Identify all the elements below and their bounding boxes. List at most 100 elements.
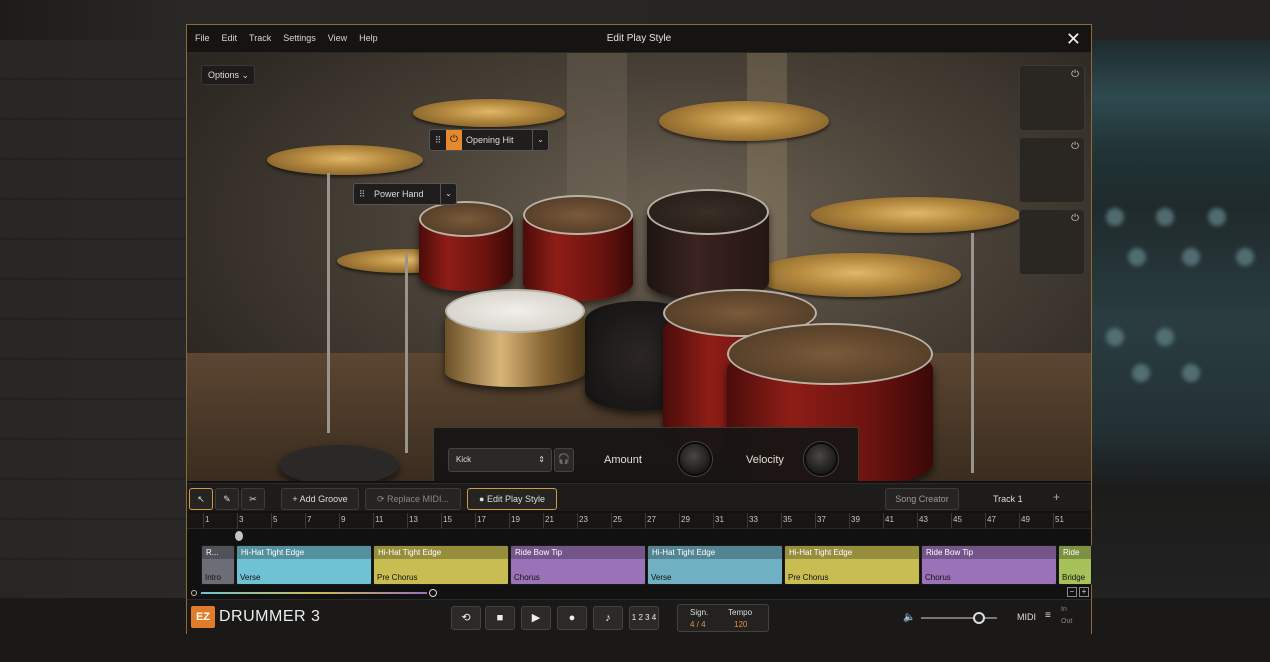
ruler-tick-line: [611, 513, 612, 529]
clip-title: Hi-Hat Tight Edge: [648, 546, 782, 559]
drum-kit-stage: Options ⌄ ⠿ ⏻ Opening Hit ⌄ ⠿ Power Hand…: [187, 53, 1091, 481]
ruler-tick-label: 29: [681, 515, 690, 524]
opening-hit-tooltip[interactable]: ⠿ ⏻ Opening Hit ⌄: [429, 129, 549, 151]
power-icon[interactable]: ⏻: [446, 130, 462, 150]
ruler-tick-line: [475, 513, 476, 529]
tempo-label: Tempo: [728, 608, 753, 617]
ruler-tick-label: 1: [205, 515, 210, 524]
ruler-tick-line: [441, 513, 442, 529]
menu-lines-icon[interactable]: ≡: [1045, 610, 1051, 621]
chevron-down-icon[interactable]: ⌄: [440, 184, 456, 204]
ruler-tick-label: 7: [307, 515, 312, 524]
ruler-tick-line: [271, 513, 272, 529]
ruler-tick-line: [543, 513, 544, 529]
crash-cymbal-top[interactable]: [413, 99, 565, 127]
ruler-tick-label: 33: [749, 515, 758, 524]
zoom-out-icon[interactable]: −: [1067, 587, 1077, 597]
clip-section-label: Verse: [240, 573, 261, 582]
close-icon[interactable]: ✕: [1066, 29, 1081, 50]
count-in-button[interactable]: 1 2 3 4: [629, 606, 659, 630]
percussion-slot-tambourine[interactable]: ⏻: [1019, 137, 1085, 203]
ruler-tick-label: 43: [919, 515, 928, 524]
china-cymbal[interactable]: [811, 197, 1021, 233]
drag-handle-icon[interactable]: ⠿: [430, 135, 446, 146]
timeline-ruler[interactable]: 1 3 5 7 9 11 13 15 17 19 21 23 25 27 29 31 33 35 37 39 41 43 4…: [187, 513, 1091, 529]
volume-slider[interactable]: [921, 617, 997, 619]
ruler-tick-label: 17: [477, 515, 486, 524]
pencil-tool-icon[interactable]: ✎: [215, 488, 239, 510]
clip-section-label: Verse: [651, 573, 672, 582]
velocity-label: Velocity: [746, 454, 784, 466]
speaker-icon[interactable]: 🔈: [903, 612, 915, 623]
power-hand-label: Power Hand: [374, 189, 424, 199]
ruler-tick-label: 9: [341, 515, 346, 524]
ruler-tick-line: [781, 513, 782, 529]
clip-title: Hi-Hat Tight Edge: [785, 546, 919, 559]
record-icon[interactable]: ●: [557, 606, 587, 630]
song-clip[interactable]: Ride Bow Tip Chorus: [510, 545, 646, 585]
signature-tempo-box[interactable]: Sign. 4 / 4 Tempo 120: [677, 604, 769, 632]
title-bar: File Edit Track Settings View Help Edit …: [187, 25, 1091, 53]
power-hand-tooltip[interactable]: ⠿ Power Hand ⌄: [353, 183, 457, 205]
velocity-knob[interactable]: [804, 442, 838, 476]
song-clip[interactable]: Hi-Hat Tight Edge Pre Chorus: [373, 545, 509, 585]
ruler-tick-label: 5: [273, 515, 278, 524]
crash-cymbal-left[interactable]: [267, 145, 423, 175]
song-clip[interactable]: Hi-Hat Tight Edge Verse: [647, 545, 783, 585]
ruler-tick-line: [339, 513, 340, 529]
power-icon[interactable]: ⏻: [1071, 213, 1079, 224]
power-icon[interactable]: ⏻: [1071, 141, 1079, 152]
options-dropdown[interactable]: Options ⌄: [201, 65, 255, 85]
crash-cymbal-right[interactable]: [659, 101, 829, 141]
timeline-scrollbar[interactable]: + −: [191, 587, 1089, 597]
instrument-select[interactable]: Kick ⇕: [448, 448, 552, 472]
playhead[interactable]: [235, 531, 243, 541]
song-clip[interactable]: Ride Bridge: [1058, 545, 1092, 585]
song-clip[interactable]: Hi-Hat Tight Edge Pre Chorus: [784, 545, 920, 585]
ruler-tick-label: 31: [715, 515, 724, 524]
add-track-button[interactable]: +: [1053, 490, 1060, 504]
song-clip[interactable]: Ride Bow Tip Chorus: [921, 545, 1057, 585]
headphones-icon[interactable]: 🎧: [554, 448, 574, 472]
loop-icon[interactable]: ⟲: [451, 606, 481, 630]
ruler-tick-label: 3: [239, 515, 244, 524]
ruler-tick-line: [1019, 513, 1020, 529]
song-clip[interactable]: Hi-Hat Tight Edge Verse: [236, 545, 372, 585]
percussion-slot-shaker[interactable]: ⏻: [1019, 65, 1085, 131]
edit-play-style-button[interactable]: ● Edit Play Style: [467, 488, 557, 510]
ruler-tick-label: 27: [647, 515, 656, 524]
chevron-down-icon[interactable]: ⌄: [532, 130, 548, 150]
clip-title: Hi-Hat Tight Edge: [237, 546, 371, 559]
percussion-slot-hands[interactable]: ⏻: [1019, 209, 1085, 275]
replace-midi-button[interactable]: ⟳ Replace MIDI...: [365, 488, 461, 510]
zoom-in-icon[interactable]: +: [1079, 587, 1089, 597]
drag-handle-icon[interactable]: ⠿: [354, 189, 370, 200]
drum-throne: [279, 445, 399, 481]
song-clip[interactable]: R... Intro: [201, 545, 235, 585]
stop-icon[interactable]: ■: [485, 606, 515, 630]
song-creator-button[interactable]: Song Creator: [885, 488, 959, 510]
clip-title: Ride Bow Tip: [922, 546, 1056, 559]
clip-section-label: Intro: [205, 573, 222, 582]
edit-play-style-window: File Edit Track Settings View Help Edit …: [186, 24, 1092, 635]
midi-label[interactable]: MIDI: [1017, 612, 1036, 622]
volume-handle[interactable]: [973, 612, 985, 624]
amount-knob[interactable]: [678, 442, 712, 476]
sign-value[interactable]: 4 / 4: [690, 620, 706, 629]
ruler-tick-line: [305, 513, 306, 529]
ruler-tick-line: [849, 513, 850, 529]
ruler-tick-label: 37: [817, 515, 826, 524]
power-icon[interactable]: ⏻: [1071, 69, 1079, 80]
ruler-tick-line: [373, 513, 374, 529]
clip-title: Ride: [1059, 546, 1091, 559]
percussion-panel: ⏻ ⏻ ⏻: [1019, 65, 1085, 275]
add-groove-button[interactable]: + Add Groove: [281, 488, 359, 510]
metronome-icon[interactable]: ♪: [593, 606, 623, 630]
song-track: R... Intro Hi-Hat Tight Edge Verse Hi-Hat Ti…: [201, 545, 1092, 585]
pointer-tool-icon[interactable]: ↖: [189, 488, 213, 510]
ride-cymbal[interactable]: [751, 253, 961, 297]
scissors-tool-icon[interactable]: ✂: [241, 488, 265, 510]
play-icon[interactable]: ▶: [521, 606, 551, 630]
clip-section-label: Chorus: [514, 573, 540, 582]
tempo-value[interactable]: 120: [734, 620, 747, 629]
